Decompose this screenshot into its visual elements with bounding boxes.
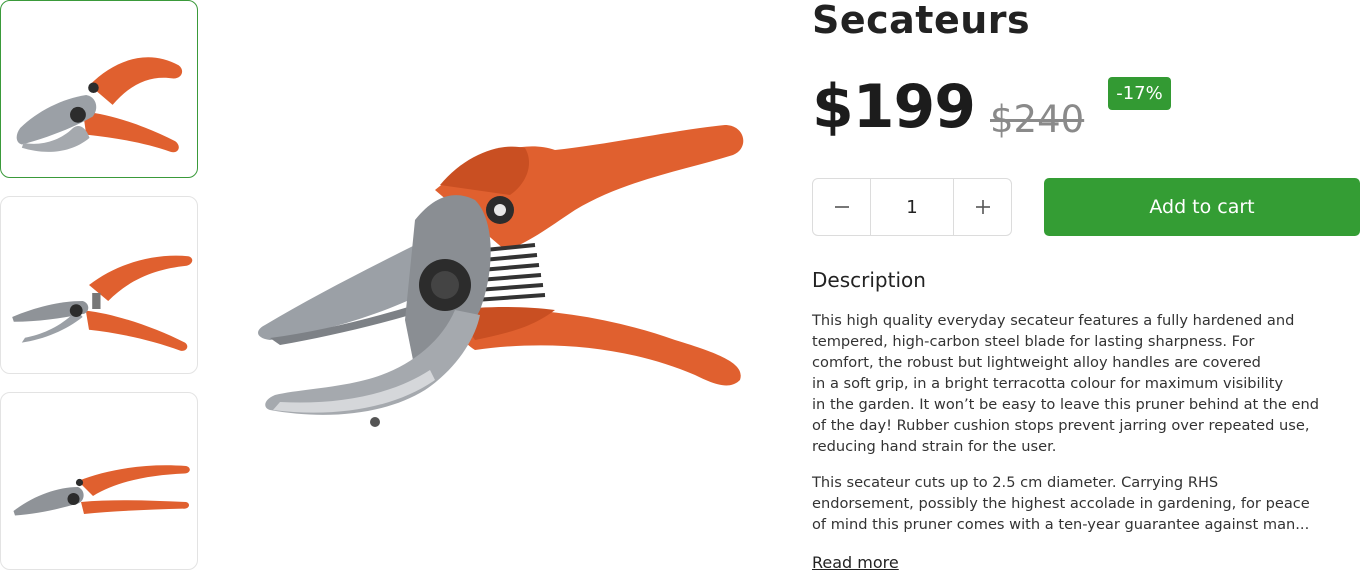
product-title: Secateurs bbox=[812, 0, 1031, 42]
description-line: in the garden. It won’t be easy to leave… bbox=[812, 396, 1319, 413]
description-line: This high quality everyday secateur feat… bbox=[812, 312, 1295, 329]
secateurs-image bbox=[258, 125, 744, 427]
increment-button[interactable] bbox=[954, 179, 1011, 235]
main-product-image bbox=[225, 70, 785, 490]
old-price: $240 bbox=[990, 98, 1085, 141]
plus-icon bbox=[975, 200, 990, 214]
quantity-value[interactable]: 1 bbox=[870, 179, 954, 235]
secateurs-thumbnail-image bbox=[16, 57, 183, 153]
description-line: tempered, high-carbon steel blade for la… bbox=[812, 333, 1255, 350]
description-line: This secateur cuts up to 2.5 cm diameter… bbox=[812, 474, 1219, 491]
discount-badge: -17% bbox=[1108, 77, 1171, 110]
thumbnail-2[interactable] bbox=[0, 196, 198, 374]
add-to-cart-button[interactable]: Add to cart bbox=[1044, 178, 1360, 236]
secateurs-thumbnail-image bbox=[12, 255, 193, 351]
product-price: $199 bbox=[812, 72, 976, 142]
description-line: of mind this pruner comes with a ten-yea… bbox=[812, 516, 1310, 533]
description-paragraph-1: This high quality everyday secateur feat… bbox=[812, 310, 1360, 457]
description-line: comfort, the robust but lightweight allo… bbox=[812, 354, 1261, 371]
description-heading: Description bbox=[812, 268, 926, 292]
description-paragraph-2: This secateur cuts up to 2.5 cm diameter… bbox=[812, 472, 1360, 535]
read-more-link[interactable]: Read more bbox=[812, 553, 899, 572]
quantity-stepper: 1 bbox=[812, 178, 1012, 236]
minus-icon bbox=[834, 206, 849, 208]
description-line: of the day! Rubber cushion stops prevent… bbox=[812, 417, 1310, 434]
description-line: endorsement, possibly the highest accola… bbox=[812, 495, 1310, 512]
description-line: reducing hand strain for the user. bbox=[812, 438, 1057, 455]
secateurs-thumbnail-image bbox=[13, 465, 190, 516]
description-line: in a soft grip, in a bright terracotta c… bbox=[812, 375, 1284, 392]
thumbnail-3[interactable] bbox=[0, 392, 198, 570]
decrement-button[interactable] bbox=[813, 179, 870, 235]
thumbnail-1[interactable] bbox=[0, 0, 198, 178]
